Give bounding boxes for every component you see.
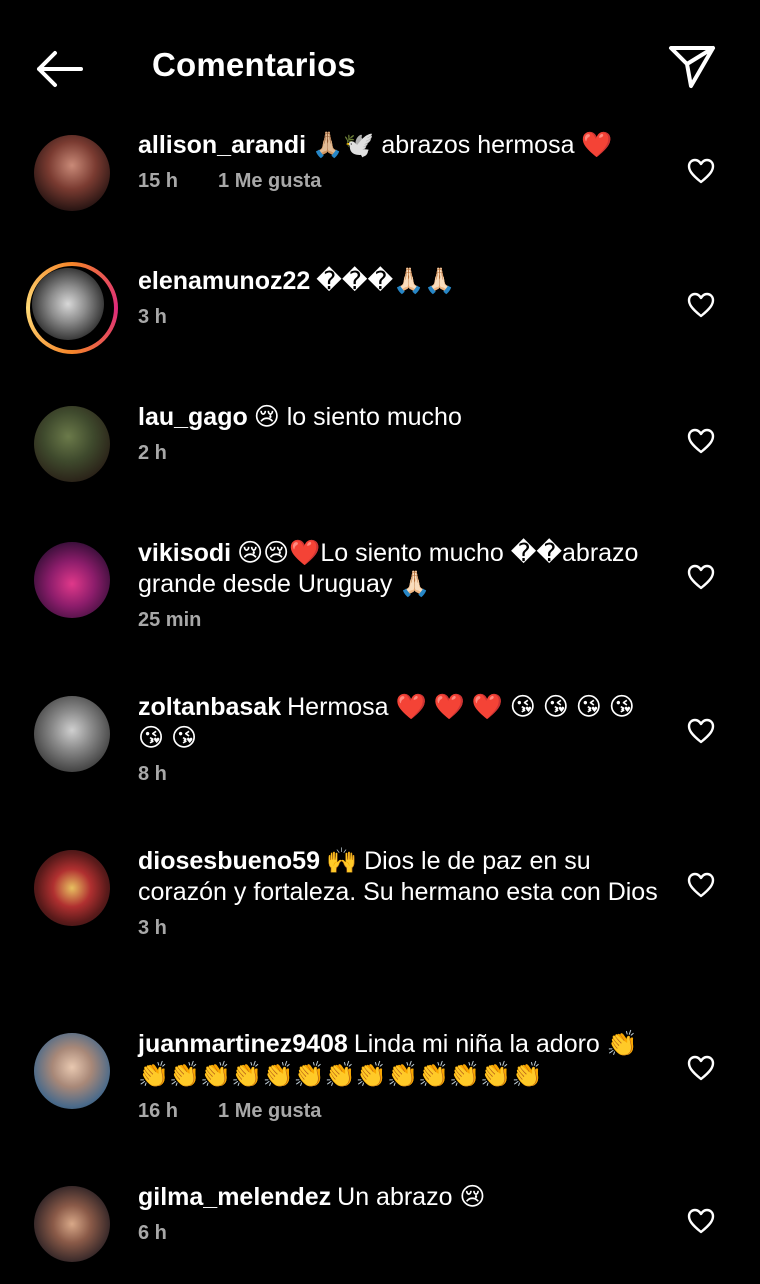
like-button[interactable] (686, 156, 716, 186)
comment-time: 8 h (138, 763, 167, 785)
comment-text: ���🙏🏻🙏🏻 (316, 267, 456, 295)
comment-username[interactable]: elenamunoz22 (138, 267, 310, 295)
comment-time: 2 h (138, 442, 167, 464)
back-button[interactable] (30, 44, 86, 94)
avatar[interactable] (34, 1033, 110, 1109)
arrow-left-icon (37, 51, 83, 87)
avatar[interactable] (34, 696, 110, 772)
comment-time: 25 min (138, 609, 202, 631)
heart-icon (687, 872, 715, 898)
like-button[interactable] (686, 870, 716, 900)
comment-likes[interactable]: 1 Me gusta (218, 170, 321, 192)
like-button[interactable] (686, 716, 716, 746)
avatar[interactable] (34, 850, 110, 926)
comment-time: 16 h (138, 1100, 179, 1122)
comment-time: 3 h (138, 917, 167, 939)
comment-username[interactable]: juanmartinez9408 (138, 1030, 348, 1058)
heart-icon (687, 718, 715, 744)
like-button[interactable] (686, 1206, 716, 1236)
heart-icon (687, 158, 715, 184)
comment-username[interactable]: zoltanbasak (138, 693, 281, 721)
heart-icon (687, 1208, 715, 1234)
share-button[interactable] (664, 40, 720, 92)
comment-time: 3 h (138, 306, 167, 328)
comment-text: Un abrazo 😢 (337, 1183, 486, 1211)
comment-username[interactable]: diosesbueno59 (138, 847, 320, 875)
avatar[interactable] (34, 406, 110, 482)
header-bar: Comentarios (0, 0, 760, 126)
comment-text: 😢 lo siento mucho (253, 403, 462, 431)
comment-text: 🙏🏼🕊️ abrazos hermosa ❤️ (312, 131, 613, 159)
heart-icon (687, 428, 715, 454)
comment-username[interactable]: lau_gago (138, 403, 248, 431)
paper-plane-icon (669, 46, 715, 88)
comment-time: 15 h (138, 170, 179, 192)
like-button[interactable] (686, 290, 716, 320)
comment-time: 6 h (138, 1222, 167, 1244)
like-button[interactable] (686, 1053, 716, 1083)
comment-username[interactable]: gilma_melendez (138, 1183, 331, 1211)
avatar[interactable] (34, 135, 110, 211)
like-button[interactable] (686, 562, 716, 592)
like-button[interactable] (686, 426, 716, 456)
avatar[interactable] (26, 262, 118, 354)
comment-likes[interactable]: 1 Me gusta (218, 1100, 321, 1122)
heart-icon (687, 564, 715, 590)
heart-icon (687, 1055, 715, 1081)
comment-username[interactable]: allison_arandi (138, 131, 306, 159)
avatar[interactable] (34, 542, 110, 618)
comment-username[interactable]: vikisodi (138, 539, 231, 567)
heart-icon (687, 292, 715, 318)
page-title: Comentarios (152, 46, 356, 83)
avatar[interactable] (34, 1186, 110, 1262)
